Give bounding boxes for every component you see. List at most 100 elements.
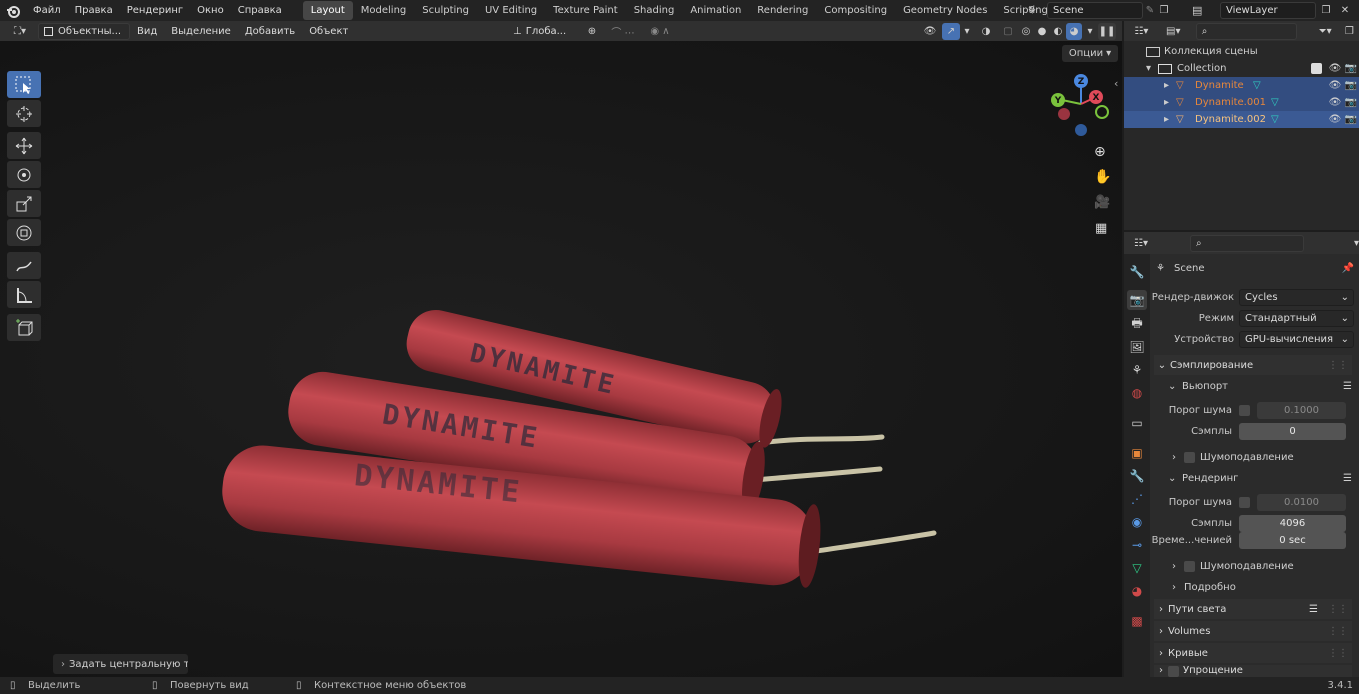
outliner-row-collection[interactable]: ▾ Collection 👁 📷 [1124, 60, 1359, 77]
sampling-panel-header[interactable]: ⌄ Сэмплирование ⋮⋮ [1154, 355, 1352, 375]
tab-animation[interactable]: Animation [682, 1, 749, 20]
expand-icon[interactable]: ▾ [1146, 63, 1158, 74]
proportional-edit-icon[interactable]: ◉ ∧ [642, 26, 678, 37]
viewport-denoise-row[interactable]: › Шумоподавление [1172, 448, 1352, 466]
outliner-row-object[interactable]: ▸ ▽ Dynamite.001 ▽ 👁 📷 [1124, 94, 1359, 111]
pause-render-icon[interactable]: ❚❚ [1098, 22, 1116, 40]
gizmo-dropdown-icon[interactable]: ▾ [960, 26, 974, 37]
expand-icon[interactable]: ▸ [1164, 97, 1176, 108]
render-denoise-row[interactable]: › Шумоподавление [1172, 557, 1352, 575]
eye-icon[interactable]: 👁 [1327, 63, 1343, 74]
display-mode-icon[interactable]: ▤▾ [1159, 26, 1188, 37]
time-limit-field[interactable]: 0 sec [1239, 531, 1346, 549]
presets-icon[interactable]: ☰ [1343, 381, 1352, 392]
dynamite-render[interactable]: DYNAMITE DYNAMITE DYNAMITE [200, 271, 960, 611]
pivot-icon[interactable]: ⊕ [580, 26, 604, 37]
constraints-tab-icon[interactable]: ⊸ [1127, 535, 1147, 555]
menu-window[interactable]: Окно [190, 0, 231, 21]
eye-icon[interactable]: 👁 [1327, 80, 1343, 91]
light-paths-panel-header[interactable]: › Пути света ☰ ⋮⋮ [1154, 599, 1352, 619]
3d-viewport[interactable]: DYNAMITE DYNAMITE DYNAMITE Z X Y ‹ ⊕ ✋ 🎥… [0, 41, 1122, 677]
tab-compositing[interactable]: Compositing [816, 1, 895, 20]
menu-view[interactable]: Вид [130, 21, 164, 42]
eye-icon[interactable]: 👁 [1327, 114, 1343, 125]
last-operator-panel[interactable]: › Задать центральную точк [53, 654, 188, 674]
menu-select[interactable]: Выделение [164, 21, 238, 42]
tab-modeling[interactable]: Modeling [353, 1, 415, 20]
zoom-icon[interactable]: ⊕ [1094, 144, 1106, 160]
render-denoise-checkbox[interactable] [1184, 560, 1195, 572]
outliner-row-scene-collection[interactable]: Коллекция сцены [1124, 43, 1359, 60]
eye-icon[interactable]: 👁 [1327, 97, 1343, 108]
scene-tab-icon[interactable]: ⚘ [1127, 360, 1147, 380]
transform-tool-icon[interactable] [7, 219, 41, 246]
tab-rendering[interactable]: Rendering [749, 1, 816, 20]
tab-shading[interactable]: Shading [626, 1, 683, 20]
outliner-search-field[interactable]: ⌕ [1195, 22, 1297, 40]
perspective-grid-icon[interactable]: ▦ [1095, 221, 1107, 236]
expand-icon[interactable]: ▸ [1164, 114, 1176, 125]
shading-dropdown-icon[interactable]: ▾ [1082, 26, 1098, 37]
shading-rendered-icon[interactable]: ◕ [1066, 22, 1082, 40]
filter-icon[interactable]: ⏷▾ [1311, 26, 1340, 37]
tab-sculpting[interactable]: Sculpting [414, 1, 477, 20]
xray-icon[interactable]: ▢ [998, 26, 1018, 37]
gizmo-toggle-icon[interactable]: ↗ [942, 22, 960, 40]
menu-add[interactable]: Добавить [238, 21, 302, 42]
camera-render-icon[interactable]: 📷 [1343, 80, 1359, 91]
properties-options-icon[interactable]: ▾ [1354, 238, 1359, 249]
modifier-tab-icon[interactable]: 🔧 [1127, 466, 1147, 486]
render-tab-icon[interactable]: 📷 [1127, 290, 1147, 310]
view-layer-field[interactable]: ViewLayer [1220, 2, 1316, 19]
pan-hand-icon[interactable]: ✋ [1094, 169, 1111, 185]
options-button[interactable]: Опции ▾ [1062, 45, 1118, 62]
tab-geometry-nodes[interactable]: Geometry Nodes [895, 1, 995, 20]
scene-name-field[interactable]: Scene [1047, 2, 1143, 19]
new-scene-icon[interactable]: ❐ [1157, 5, 1171, 16]
noise-threshold-checkbox[interactable] [1239, 404, 1250, 416]
shading-solid-icon[interactable]: ● [1034, 26, 1050, 37]
collection-tab-icon[interactable]: ▭ [1127, 413, 1147, 433]
presets-icon[interactable]: ☰ [1309, 604, 1318, 615]
cursor-tool-icon[interactable] [7, 100, 41, 127]
viewport-subpanel-header[interactable]: ⌄ Вьюпорт ☰ [1168, 377, 1352, 395]
texture-tab-icon[interactable]: ▩ [1127, 611, 1147, 631]
drag-handle-icon[interactable]: ⋮⋮ [1328, 626, 1348, 637]
outliner-row-object-active[interactable]: ▸ ▽ Dynamite.002 ▽ 👁 📷 [1124, 111, 1359, 128]
camera-icon[interactable]: 🎥 [1094, 195, 1110, 210]
visibility-icon[interactable]: 👁 [918, 26, 942, 37]
shading-wireframe-icon[interactable]: ◎ [1018, 26, 1034, 37]
snap-icon[interactable]: ⌒ ⋯ [604, 24, 642, 39]
view-layer-tab-icon[interactable]: 🖼 [1127, 337, 1147, 357]
remove-layer-icon[interactable]: ✕ [1336, 5, 1354, 16]
particles-tab-icon[interactable]: ⋰ [1127, 489, 1147, 509]
camera-render-icon[interactable]: 📷 [1343, 63, 1359, 74]
world-tab-icon[interactable]: ◍ [1127, 383, 1147, 403]
physics-tab-icon[interactable]: ◉ [1127, 512, 1147, 532]
pin-icon[interactable]: ✎ [1143, 5, 1157, 16]
menu-object[interactable]: Объект [302, 21, 355, 42]
collapse-sidebar-icon[interactable]: ‹ [1114, 77, 1118, 90]
rotate-tool-icon[interactable] [7, 161, 41, 188]
drag-handle-icon[interactable]: ⋮⋮ [1328, 604, 1348, 615]
simplify-checkbox[interactable] [1168, 666, 1179, 677]
tab-uv-editing[interactable]: UV Editing [477, 1, 545, 20]
mode-selector[interactable]: Объектны... [38, 22, 130, 40]
drag-handle-icon[interactable]: ⋮⋮ [1328, 648, 1348, 659]
volumes-panel-header[interactable]: › Volumes ⋮⋮ [1154, 621, 1352, 641]
menu-help[interactable]: Справка [231, 0, 289, 21]
viewport-samples-field[interactable]: 0 [1239, 422, 1346, 440]
annotate-tool-icon[interactable] [7, 252, 41, 279]
render-samples-field[interactable]: 4096 [1239, 514, 1346, 532]
tab-layout[interactable]: Layout [302, 1, 353, 20]
add-cube-tool-icon[interactable] [7, 314, 41, 341]
scene-selector[interactable]: ⚘ Scene ✎ ❐ [1027, 2, 1173, 19]
overlays-icon[interactable]: ◑ [974, 26, 998, 37]
mesh-data-tab-icon[interactable]: ▽ [1127, 558, 1147, 578]
drag-handle-icon[interactable]: ⋮⋮ [1328, 360, 1348, 371]
presets-icon[interactable]: ☰ [1343, 473, 1352, 484]
exclude-checkbox[interactable] [1311, 63, 1322, 74]
camera-render-icon[interactable]: 📷 [1343, 114, 1359, 125]
outliner-row-object[interactable]: ▸ ▽ Dynamite ▽ 👁 📷 [1124, 77, 1359, 94]
tab-texture-paint[interactable]: Texture Paint [545, 1, 626, 20]
